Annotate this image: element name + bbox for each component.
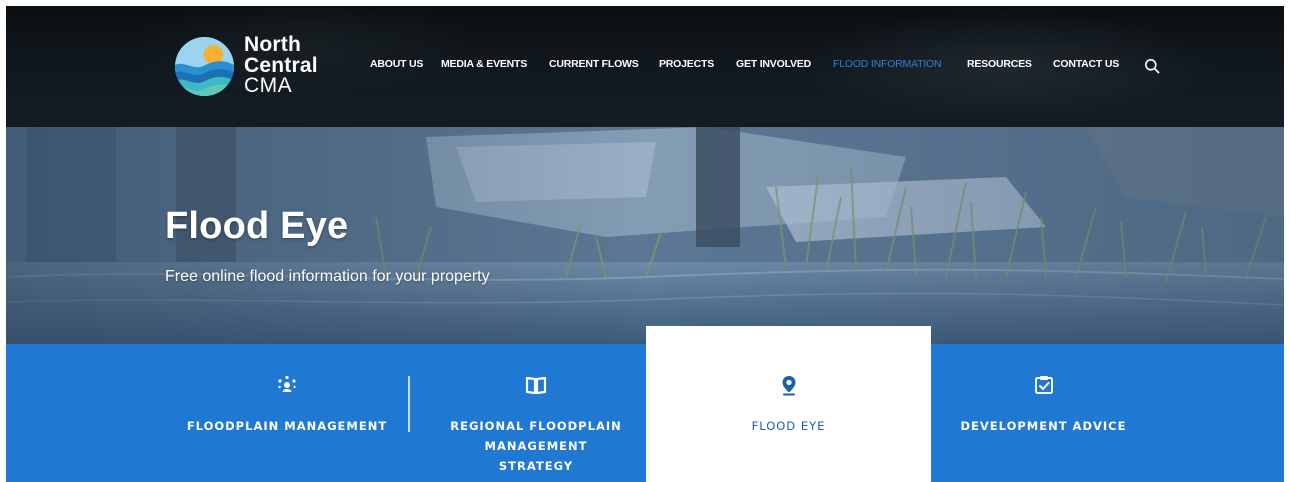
tab-label: FLOOD EYE: [751, 419, 826, 433]
tab-label: FLOODPLAIN MANAGEMENT: [186, 419, 388, 433]
brand-line-3: CMA: [244, 74, 293, 98]
section-tabs: FLOODPLAIN MANAGEMENT REGIONAL FLOODPLAI…: [6, 326, 1284, 482]
tab-floodplain-management[interactable]: FLOODPLAIN MANAGEMENT: [166, 344, 408, 482]
nav-item-get-involved[interactable]: GET INVOLVED: [736, 58, 811, 70]
page-frame: North Central CMA ABOUT US MEDIA & EVENT…: [6, 6, 1284, 482]
nav-item-contact-us[interactable]: CONTACT US: [1053, 58, 1119, 70]
page-subtitle: Free online flood information for your p…: [165, 268, 490, 285]
nav-item-current-flows[interactable]: CURRENT FLOWS: [549, 58, 639, 70]
nav-item-projects[interactable]: PROJECTS: [659, 58, 714, 70]
tab-label: DEVELOPMENT ADVICE: [960, 419, 1127, 433]
tab-development-advice[interactable]: DEVELOPMENT ADVICE: [931, 344, 1156, 482]
people-network-icon: [278, 375, 296, 392]
nav-item-about-us[interactable]: ABOUT US: [370, 58, 423, 70]
hero-banner: Flood Eye Free online flood information …: [6, 127, 1284, 344]
tab-flood-eye[interactable]: FLOOD EYE: [646, 326, 931, 482]
checklist-icon: [1034, 376, 1053, 394]
nav-item-media-events[interactable]: MEDIA & EVENTS: [441, 58, 527, 70]
page-title: Flood Eye: [165, 205, 349, 247]
tab-divider: [408, 376, 410, 432]
book-icon: [525, 376, 547, 395]
map-pin-icon: [782, 376, 795, 396]
main-nav: ABOUT US MEDIA & EVENTS CURRENT FLOWS PR…: [6, 58, 1284, 78]
nav-item-flood-information[interactable]: FLOOD INFORMATION: [833, 58, 942, 70]
site-header: North Central CMA ABOUT US MEDIA & EVENT…: [6, 6, 1284, 127]
tab-label: REGIONAL FLOODPLAIN MANAGEMENT STRATEGY: [450, 419, 622, 473]
tab-regional-floodplain-management-strategy[interactable]: REGIONAL FLOODPLAIN MANAGEMENT STRATEGY: [426, 344, 646, 482]
nav-item-resources[interactable]: RESOURCES: [967, 58, 1032, 70]
search-icon[interactable]: [1144, 58, 1160, 74]
brand-line-1: North: [244, 33, 301, 57]
